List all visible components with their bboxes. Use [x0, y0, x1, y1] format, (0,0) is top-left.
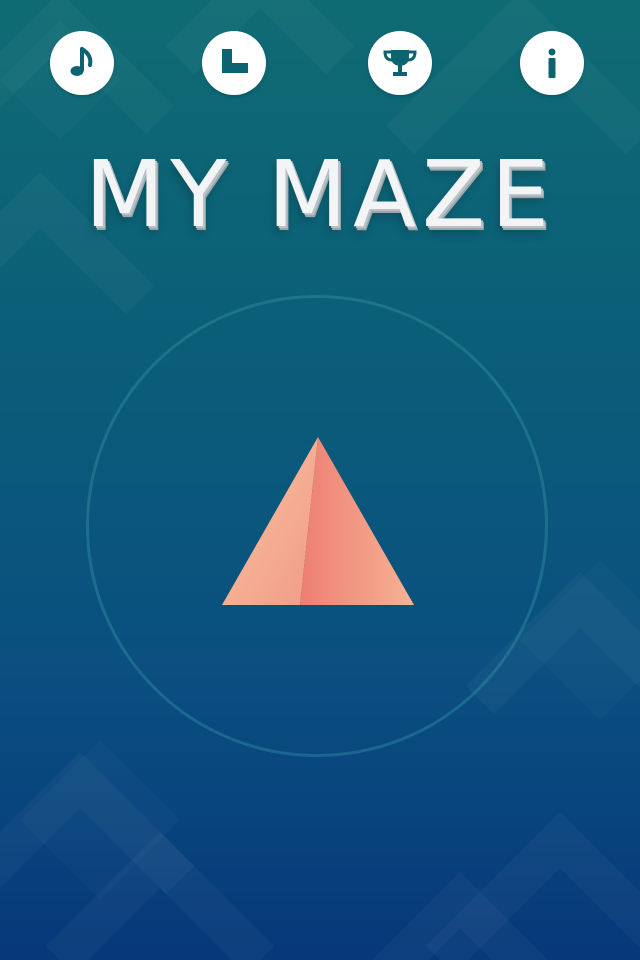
music-button[interactable] [50, 31, 114, 95]
music-note-icon [70, 47, 93, 76]
info-icon [548, 48, 556, 78]
trophy-button[interactable] [368, 31, 432, 95]
trophy-icon [383, 50, 417, 76]
game-title: MY MAZE [84, 141, 556, 248]
play-button[interactable] [86, 295, 548, 757]
levels-button[interactable] [202, 31, 266, 95]
top-toolbar [0, 0, 640, 130]
info-button[interactable] [520, 31, 584, 95]
levels-blocks-icon [222, 49, 248, 73]
pyramid-play-icon [222, 437, 414, 605]
